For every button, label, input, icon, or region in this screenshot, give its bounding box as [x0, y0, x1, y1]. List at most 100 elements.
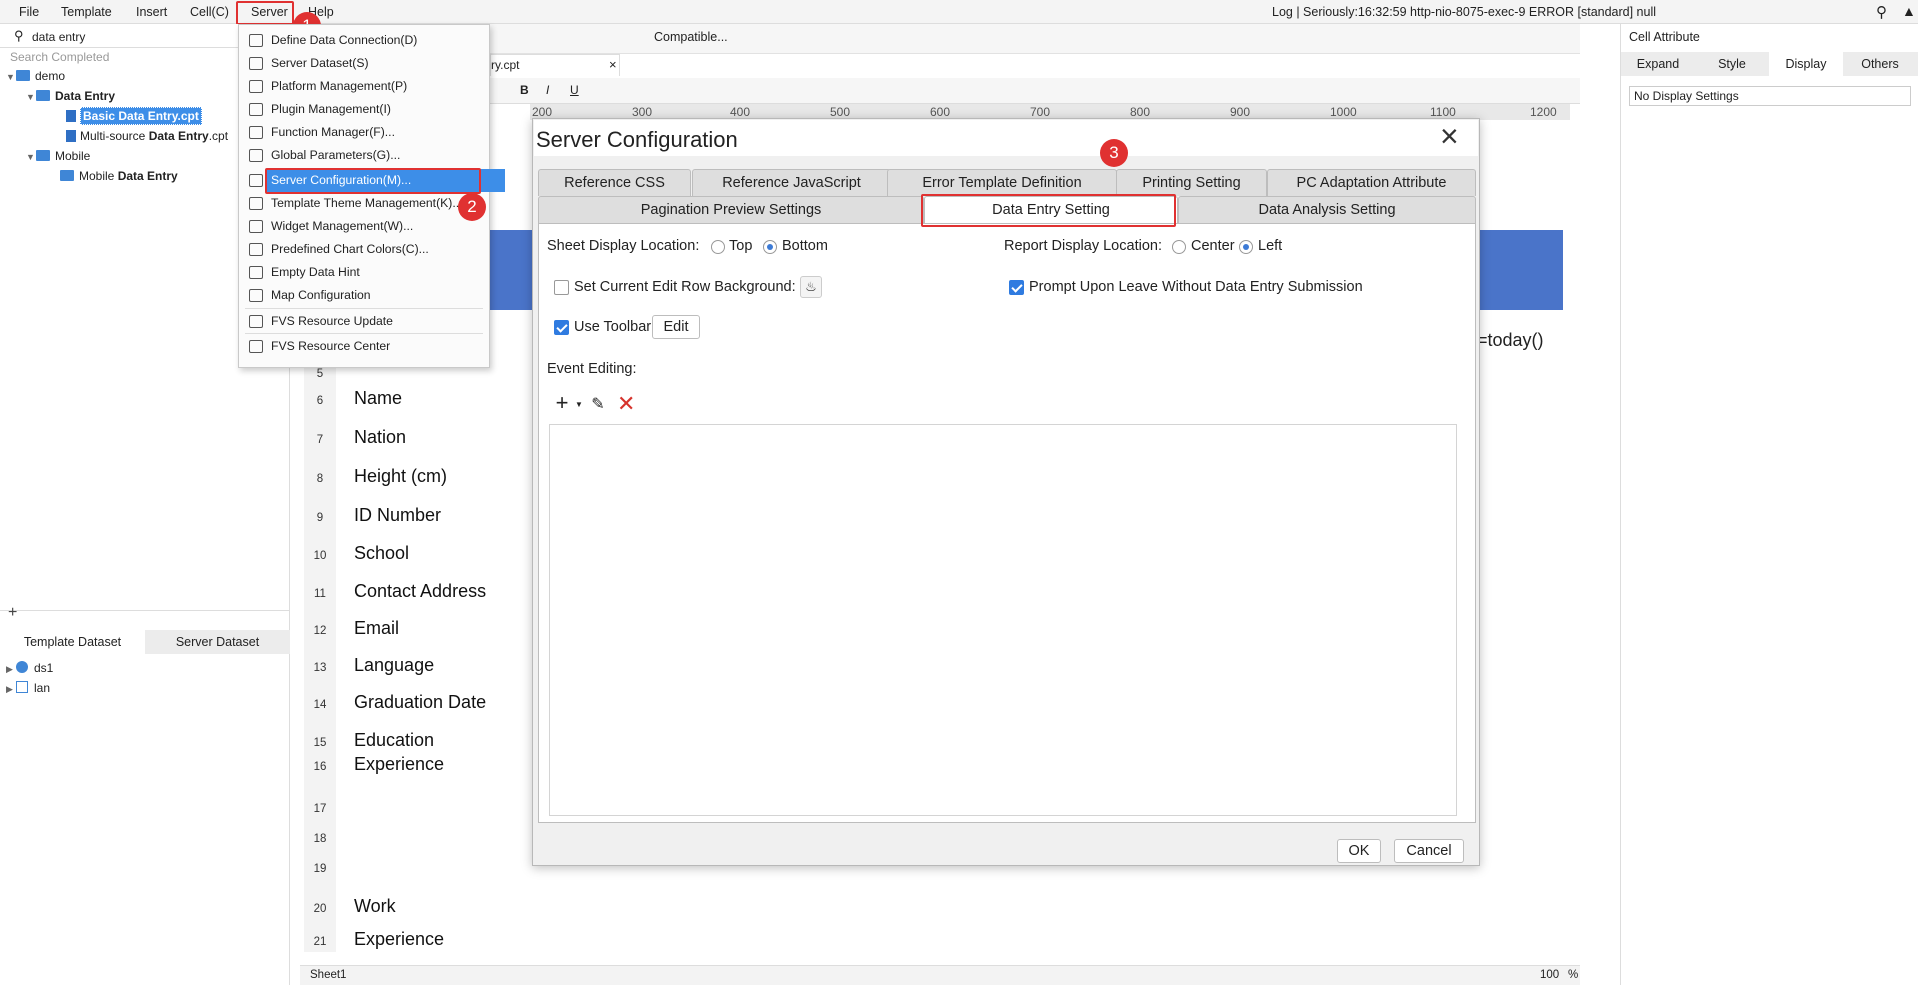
- menu-predefined-chart-colors[interactable]: Predefined Chart Colors(C)...: [239, 238, 489, 261]
- chevron-down-icon[interactable]: ▼: [575, 400, 583, 409]
- tab-reference-css[interactable]: Reference CSS: [538, 169, 691, 196]
- map-icon: [249, 289, 263, 302]
- menu-plugin-management[interactable]: Plugin Management(I): [239, 98, 489, 121]
- use-toolbar-checkbox[interactable]: [554, 320, 569, 335]
- italic-icon[interactable]: I: [546, 83, 549, 97]
- radio-center[interactable]: [1172, 240, 1186, 255]
- edit-row-bg-checkbox[interactable]: [554, 280, 569, 295]
- tab-server-dataset[interactable]: Server Dataset: [145, 630, 290, 654]
- menu-global-parameters[interactable]: Global Parameters(G)...: [239, 144, 489, 167]
- row-number[interactable]: 18: [305, 833, 335, 845]
- radio-top[interactable]: [711, 240, 725, 255]
- file-tab[interactable]: ry.cpt ×: [490, 54, 620, 76]
- prompt-leave-checkbox[interactable]: [1009, 280, 1024, 295]
- folder-icon: [60, 170, 74, 181]
- radio-bottom-label: Bottom: [782, 238, 828, 254]
- row-number[interactable]: 8: [305, 473, 335, 485]
- search-input[interactable]: data entry: [32, 30, 85, 44]
- ok-button[interactable]: OK: [1337, 839, 1381, 863]
- display-select[interactable]: No Display Settings: [1629, 86, 1911, 106]
- tree-file-multi[interactable]: Multi-source Data Entry.cpt: [66, 126, 228, 146]
- tree-folder-data-entry[interactable]: ▼ Data Entry: [26, 86, 115, 106]
- radio-top-label: Top: [729, 238, 753, 254]
- menu-map-configuration[interactable]: Map Configuration: [239, 284, 489, 307]
- row-number[interactable]: 17: [305, 803, 335, 815]
- tree-root[interactable]: ▼ demo: [6, 66, 65, 86]
- row-label: ID Number: [354, 505, 442, 525]
- edit-pencil-icon[interactable]: ✎: [589, 396, 607, 414]
- row-number[interactable]: 16: [305, 761, 335, 773]
- tab-error-template[interactable]: Error Template Definition: [887, 169, 1117, 196]
- row-number[interactable]: 14: [305, 699, 335, 711]
- dataset-lan[interactable]: ▶ lan: [6, 678, 50, 698]
- row-number[interactable]: 20: [305, 903, 335, 915]
- tree-file-basic[interactable]: Basic Data Entry.cpt: [66, 106, 202, 126]
- tab-pc-adaptation[interactable]: PC Adaptation Attribute: [1267, 169, 1476, 196]
- menu-fvs-resource-update[interactable]: FVS Resource Update: [239, 310, 489, 333]
- main-toolbar: Compatible...: [490, 24, 1580, 54]
- toolbar-edit-button[interactable]: Edit: [652, 315, 700, 339]
- menu-define-data-connection[interactable]: Define Data Connection(D): [239, 29, 489, 52]
- delete-icon[interactable]: ✕: [617, 393, 635, 415]
- menu-empty-data-hint[interactable]: Empty Data Hint: [239, 261, 489, 284]
- sheet-tab[interactable]: Sheet1: [310, 969, 346, 981]
- dataset-icon: [249, 57, 263, 70]
- tab-data-analysis-setting[interactable]: Data Analysis Setting: [1178, 196, 1476, 223]
- bold-icon[interactable]: B: [520, 83, 529, 97]
- radio-center-label: Center: [1191, 238, 1235, 254]
- event-list[interactable]: [549, 424, 1457, 816]
- use-toolbar-label: Use Toolbar: [574, 319, 652, 335]
- cancel-button[interactable]: Cancel: [1394, 839, 1464, 863]
- zoom-value[interactable]: 100: [1540, 969, 1559, 981]
- row-number[interactable]: 12: [305, 625, 335, 637]
- close-icon[interactable]: ×: [1440, 118, 1459, 154]
- radio-bottom[interactable]: [763, 240, 777, 255]
- row-number[interactable]: 15: [305, 737, 335, 749]
- tab-display[interactable]: Display: [1769, 52, 1843, 76]
- format-toolbar: B I U: [490, 78, 1580, 104]
- paint-bucket-icon[interactable]: ♨: [800, 276, 822, 298]
- dialog-title: Server Configuration: [536, 127, 738, 152]
- row-number[interactable]: 6: [305, 395, 335, 407]
- tab-others[interactable]: Others: [1843, 57, 1917, 71]
- tree-folder-mobile-entry[interactable]: Mobile Data Entry: [60, 166, 178, 186]
- tab-pagination-preview[interactable]: Pagination Preview Settings: [538, 196, 924, 223]
- server-menu-highlight: [236, 1, 294, 25]
- underline-icon[interactable]: U: [570, 83, 579, 97]
- bell-icon[interactable]: ▲: [1902, 3, 1916, 19]
- row-number[interactable]: 10: [305, 550, 335, 562]
- menu-cell[interactable]: Cell(C): [190, 0, 229, 24]
- compatible-button[interactable]: Compatible...: [654, 30, 728, 44]
- close-icon[interactable]: ×: [609, 57, 617, 72]
- menu-platform-management[interactable]: Platform Management(P): [239, 75, 489, 98]
- report-display-label: Report Display Location:: [1004, 238, 1162, 254]
- search-icon[interactable]: ⚲: [1876, 3, 1887, 21]
- menu-template-theme[interactable]: Template Theme Management(K)...: [239, 192, 489, 215]
- add-event-icon[interactable]: +: [553, 392, 571, 414]
- row-number[interactable]: 11: [305, 588, 335, 600]
- row-number[interactable]: 13: [305, 662, 335, 674]
- tab-expand[interactable]: Expand: [1621, 57, 1695, 71]
- menu-insert[interactable]: Insert: [136, 0, 167, 24]
- menu-function-manager[interactable]: Function Manager(F)...: [239, 121, 489, 144]
- row-number[interactable]: 9: [305, 512, 335, 524]
- row-number[interactable]: 19: [305, 863, 335, 875]
- dataset-ds1[interactable]: ▶ ds1: [6, 658, 53, 678]
- tab-template-dataset[interactable]: Template Dataset: [0, 630, 145, 654]
- tree-folder-mobile[interactable]: ▼ Mobile: [26, 146, 90, 166]
- menu-file[interactable]: File: [19, 0, 39, 24]
- menu-server-dataset[interactable]: Server Dataset(S): [239, 52, 489, 75]
- row-number[interactable]: 21: [305, 936, 335, 948]
- resource-center-icon: [249, 340, 263, 353]
- row-number[interactable]: 7: [305, 434, 335, 446]
- menu-fvs-resource-center[interactable]: FVS Resource Center: [239, 335, 489, 358]
- radio-left[interactable]: [1239, 240, 1253, 255]
- tab-style[interactable]: Style: [1695, 57, 1769, 71]
- tab-printing-setting[interactable]: Printing Setting: [1116, 169, 1267, 196]
- tab-reference-javascript[interactable]: Reference JavaScript: [692, 169, 891, 196]
- menu-widget-management[interactable]: Widget Management(W)...: [239, 215, 489, 238]
- add-icon[interactable]: +: [8, 604, 17, 622]
- row-number[interactable]: 5: [305, 368, 335, 380]
- menu-template[interactable]: Template: [61, 0, 112, 24]
- divider: [0, 610, 290, 611]
